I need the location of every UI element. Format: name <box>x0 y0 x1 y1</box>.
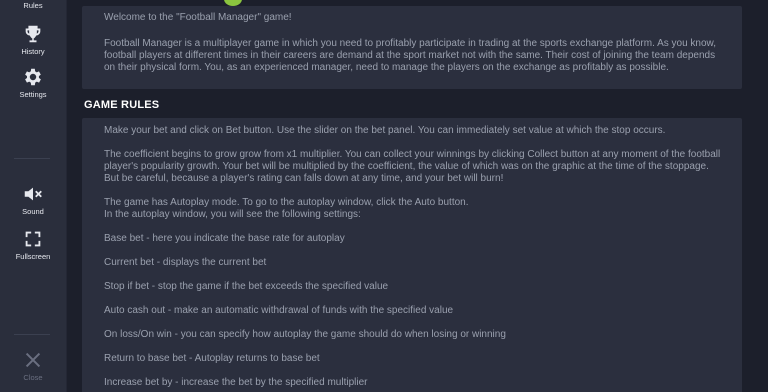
rule-paragraph: Return to base bet - Autoplay returns to… <box>104 353 320 364</box>
sound-muted-icon <box>24 187 42 201</box>
sidebar-divider <box>14 158 50 159</box>
sidebar-item-fullscreen[interactable]: Fullscreen <box>0 228 66 261</box>
rule-paragraph: The game has Autoplay mode. To go to the… <box>104 197 469 208</box>
sidebar-item-rules[interactable]: Rules <box>0 1 66 10</box>
intro-description: Football Manager is a multiplayer game i… <box>104 38 717 73</box>
sidebar-item-sound[interactable]: Sound <box>0 183 66 216</box>
fullscreen-label: Fullscreen <box>15 252 51 261</box>
rule-paragraph: Auto cash out - make an automatic withdr… <box>104 305 454 316</box>
rule-paragraph: Stop if bet - stop the game if the bet e… <box>104 281 389 292</box>
rules-panel: Make your bet and click on Bet button. U… <box>82 118 742 392</box>
intro-panel: Welcome to the "Football Manager" game! … <box>82 6 742 89</box>
close-icon <box>25 352 41 368</box>
gear-icon <box>25 68 41 86</box>
fullscreen-icon <box>25 231 41 247</box>
sidebar-item-close[interactable]: Close <box>0 349 66 382</box>
rules-content[interactable]: Welcome to the "Football Manager" game! … <box>66 0 768 392</box>
section-title: GAME RULES <box>84 99 160 111</box>
rule-paragraph: Make your bet and click on Bet button. U… <box>104 125 666 136</box>
rule-paragraph: Base bet - here you indicate the base ra… <box>104 233 345 244</box>
rule-paragraph: The coefficient begins to grow grow from… <box>104 149 721 184</box>
sidebar-divider <box>14 334 50 335</box>
settings-label: Settings <box>19 90 47 99</box>
history-label: History <box>21 47 45 56</box>
rule-paragraph: Increase bet by - increase the bet by th… <box>104 377 368 388</box>
welcome-text: Welcome to the "Football Manager" game! <box>104 12 292 23</box>
rule-paragraph: In the autoplay window, you will see the… <box>104 209 361 220</box>
rule-paragraph: Current bet - displays the current bet <box>104 257 267 268</box>
sidebar-item-settings[interactable]: Settings <box>0 66 66 99</box>
sound-label: Sound <box>22 207 44 216</box>
trophy-icon <box>25 25 41 43</box>
close-label: Close <box>23 373 43 382</box>
rules-label: Rules <box>23 1 43 10</box>
sidebar: Rules History Settings Sound Fullscreen … <box>0 0 67 392</box>
rule-paragraph: On loss/On win - you can specify how aut… <box>104 329 506 340</box>
sidebar-item-history[interactable]: History <box>0 23 66 56</box>
